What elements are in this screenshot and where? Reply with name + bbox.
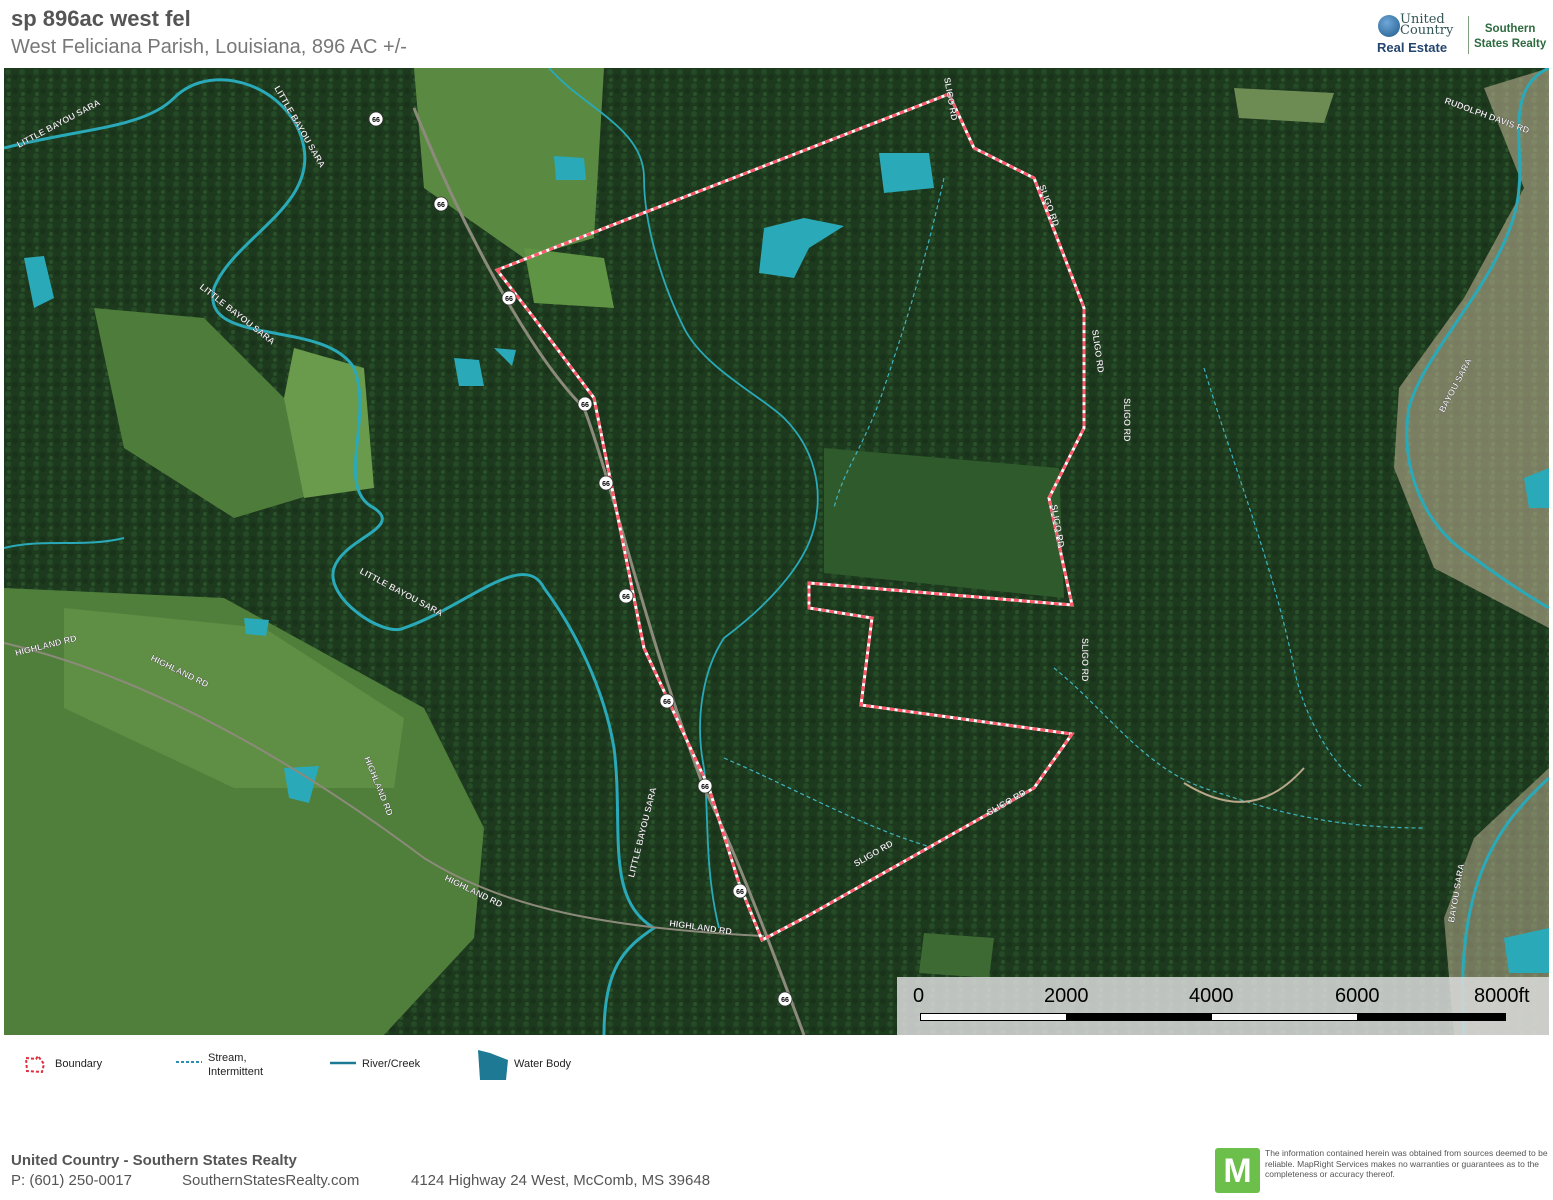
map-subtitle: West Feliciana Parish, Louisiana, 896 AC… (11, 36, 407, 58)
map-canvas: 66 66 66 66 66 66 66 66 66 66 LITTLE BAY… (4, 68, 1549, 1035)
footer-company: United Country - Southern States Realty (11, 1152, 297, 1169)
footer-address: 4124 Highway 24 West, McComb, MS 39648 (411, 1172, 711, 1189)
highway-shield-label: 66 (781, 997, 789, 1004)
highway-shield-label: 66 (437, 202, 445, 209)
water-body (244, 618, 269, 636)
stream-legend-icon (176, 1061, 202, 1063)
highway-shield-label: 66 (372, 117, 380, 124)
logo-partner2: States Realty (1474, 38, 1547, 50)
scale-tick: 6000 (1335, 985, 1380, 1007)
highway-shield-label: 66 (505, 296, 513, 303)
aerial-map[interactable]: 66 66 66 66 66 66 66 66 66 66 LITTLE BAY… (4, 68, 1549, 1035)
map-title: sp 896ac west fel (11, 6, 191, 31)
clearing-area (824, 448, 1064, 598)
scale-segment (1357, 1013, 1506, 1021)
water-body (879, 153, 934, 193)
scale-tick: 2000 (1044, 985, 1089, 1007)
scale-tick: 4000 (1189, 985, 1234, 1007)
company-logo: United Country Real Estate Southern Stat… (1376, 12, 1552, 58)
field-area (1234, 88, 1334, 123)
scale-tick: 0 (913, 985, 925, 1007)
logo-line2: Country (1400, 23, 1454, 38)
boundary-legend-icon (24, 1056, 46, 1074)
legend-water-label: Water Body (514, 1058, 572, 1070)
logo-partner1: Southern (1484, 23, 1536, 35)
river-legend-icon (330, 1061, 356, 1065)
highway-shield-label: 66 (663, 699, 671, 706)
logo-real-estate: Real Estate (1377, 40, 1448, 55)
footer-phone: P: (601) 250-0017 (11, 1172, 132, 1189)
disclaimer: The information contained herein was obt… (1265, 1148, 1548, 1179)
logo-divider (1468, 16, 1469, 54)
legend-river-label: River/Creek (362, 1058, 421, 1070)
highway-shield-label: 66 (701, 784, 709, 791)
scale-segment (1066, 1013, 1212, 1021)
highway-shield-label: 66 (622, 594, 630, 601)
scale-segment (1211, 1013, 1358, 1021)
legend-stream-label2: Intermittent (208, 1066, 264, 1078)
highway-shield-label: 66 (581, 402, 589, 409)
field-area (919, 933, 994, 978)
mapright-logo-letter: M (1223, 1152, 1252, 1190)
highway-shield-label: 66 (736, 889, 744, 896)
water-body-legend-icon (478, 1050, 508, 1080)
road-label: SLIGO RD (1080, 638, 1090, 682)
mapright-logo: M (1215, 1148, 1260, 1193)
globe-icon (1378, 15, 1400, 37)
logo-partner: Southern States Realty (1474, 22, 1546, 52)
scale-bar: 0 2000 4000 6000 8000ft (897, 977, 1549, 1035)
scale-segment (920, 1013, 1067, 1021)
legend-boundary-label: Boundary (55, 1058, 103, 1070)
highway-shield-label: 66 (602, 481, 610, 488)
road-label: SLIGO RD (1122, 398, 1132, 442)
footer-website[interactable]: SouthernStatesRealty.com (182, 1172, 359, 1189)
water-body (554, 156, 586, 180)
logo-united-country: United Country (1400, 13, 1454, 38)
scale-tick: 8000ft (1474, 985, 1530, 1007)
legend-stream-label: Stream, (208, 1052, 247, 1064)
